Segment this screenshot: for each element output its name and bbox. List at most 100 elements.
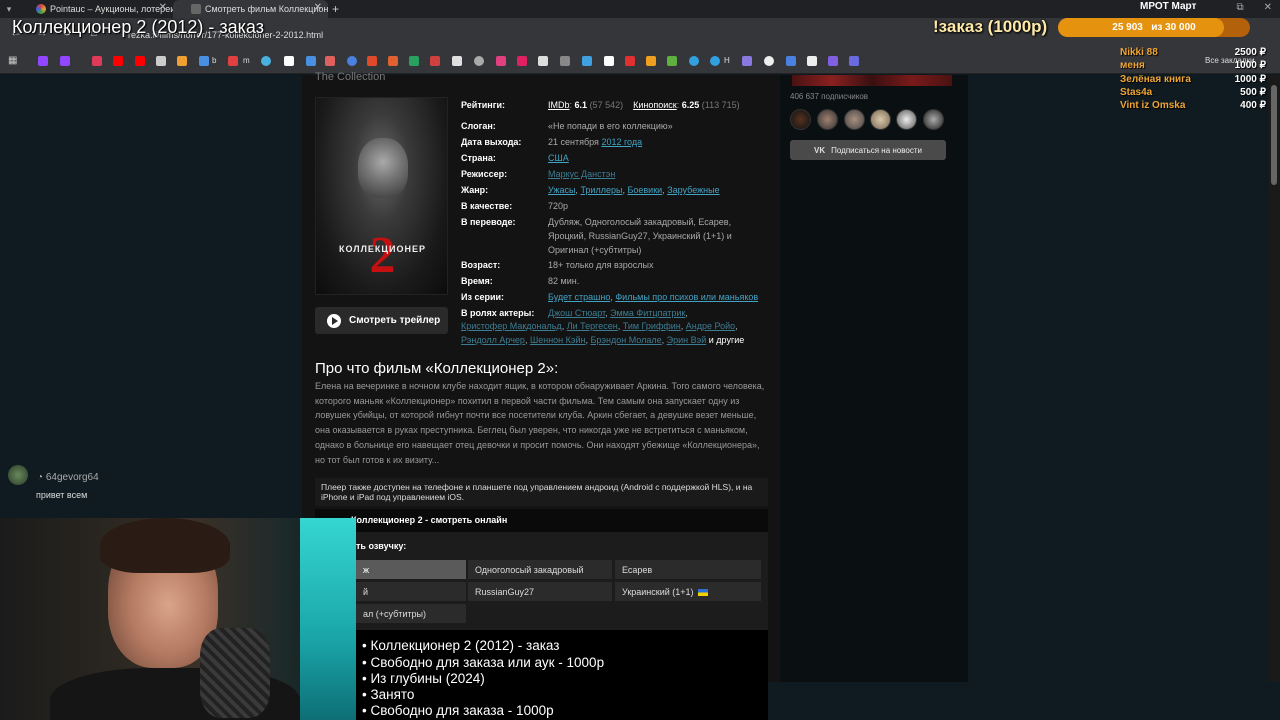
bookmark-icon[interactable]: [199, 56, 209, 66]
avatar[interactable]: [896, 109, 917, 130]
director-link[interactable]: Маркус Данстэн: [548, 169, 615, 179]
genre-link[interactable]: Ужасы: [548, 185, 575, 195]
bookmark-m[interactable]: m: [243, 56, 250, 65]
bookmark-icon[interactable]: [742, 56, 752, 66]
scrollbar[interactable]: [1268, 75, 1280, 682]
bookmark-icon[interactable]: [646, 56, 656, 66]
genre-link[interactable]: Боевики: [627, 185, 662, 195]
bookmark-icon[interactable]: [625, 56, 635, 66]
bookmark-icon[interactable]: [325, 56, 335, 66]
bookmark-icon[interactable]: [156, 56, 166, 66]
bookmark-icon[interactable]: [849, 56, 859, 66]
bookmark-icon[interactable]: [764, 56, 774, 66]
tab-pointauc[interactable]: Pointauc – Аукционы, лотереи ✕: [18, 0, 173, 18]
actor-link[interactable]: Эрин Вэй: [667, 335, 707, 345]
bookmark-icon[interactable]: [828, 56, 838, 66]
release-year-link[interactable]: 2012 года: [601, 137, 642, 147]
avatar[interactable]: [923, 109, 944, 130]
bookmark-icon[interactable]: [306, 56, 316, 66]
bookmark-icon[interactable]: [430, 56, 440, 66]
imdb-rating: 6.1: [574, 100, 588, 110]
poster-label: КОЛЛЕКЦИОНЕР: [339, 244, 426, 254]
close-tab-icon[interactable]: ✕: [159, 2, 167, 13]
kinopoisk-link[interactable]: Кинопоиск: [633, 100, 677, 110]
bookmark-icon[interactable]: [496, 56, 506, 66]
bookmark-icon[interactable]: [517, 56, 527, 66]
tab-rezka[interactable]: Смотреть фильм Коллекционер ✕: [173, 0, 328, 18]
avatar[interactable]: [790, 109, 811, 130]
sidebar-banner-image[interactable]: [792, 75, 952, 86]
imdb-link[interactable]: IMDb: [548, 100, 570, 110]
bookmark-b[interactable]: b: [212, 56, 216, 65]
voice-option-russianguy27[interactable]: RussianGuy27: [468, 582, 612, 601]
voice-option-ukrainian[interactable]: Украинский (1+1): [615, 582, 761, 601]
film-poster[interactable]: 2 КОЛЛЕКЦИОНЕР: [315, 97, 448, 295]
series-link[interactable]: Фильмы про психов или маньяков: [615, 292, 758, 302]
actor-link[interactable]: Брэндон Молале: [591, 335, 662, 345]
bookmark-icon[interactable]: [474, 56, 484, 66]
apps-grid-icon[interactable]: ▦: [8, 55, 20, 67]
donor-name: Nikki 88: [1120, 47, 1158, 58]
genre-link[interactable]: Триллеры: [580, 185, 622, 195]
actor-link[interactable]: Эмма Фитцпатрик: [610, 308, 685, 318]
close-tab-icon[interactable]: ✕: [314, 2, 322, 13]
restore-window-icon[interactable]: ⧉: [1236, 2, 1243, 13]
webcam-light-panel: [300, 518, 356, 720]
genre-label: Жанр:: [461, 185, 489, 195]
new-tab-button[interactable]: +: [332, 2, 339, 16]
bookmark-icon[interactable]: [409, 56, 419, 66]
actor-link[interactable]: Тим Гриффин: [623, 321, 681, 331]
genre-link[interactable]: Зарубежные: [667, 185, 719, 195]
bookmark-icon[interactable]: [228, 56, 238, 66]
bookmark-h[interactable]: H: [724, 56, 730, 65]
bookmark-icon[interactable]: [604, 56, 614, 66]
chat-avatar: [8, 465, 28, 485]
actor-link[interactable]: Джош Стюарт: [548, 308, 605, 318]
actor-link[interactable]: Рэндолл Арчер: [461, 335, 525, 345]
country-link[interactable]: США: [548, 153, 569, 163]
telegram-bookmark-icon[interactable]: [689, 56, 699, 66]
voice-option-dubbing[interactable]: ж: [356, 560, 466, 579]
actor-link[interactable]: Кристофер Макдональд: [461, 321, 562, 331]
avatar[interactable]: [817, 109, 838, 130]
avatar[interactable]: [844, 109, 865, 130]
tab-label: Смотреть фильм Коллекционер: [205, 4, 328, 14]
bookmark-icon[interactable]: [284, 56, 294, 66]
actor-link[interactable]: Андре Ройо: [686, 321, 735, 331]
imdb-votes: (57 542): [589, 100, 624, 110]
avatar[interactable]: [870, 109, 891, 130]
tab-list-icon[interactable]: ▾: [0, 4, 18, 15]
donor-name: меня: [1120, 60, 1145, 72]
voice-option-yarotsky[interactable]: й: [356, 582, 466, 601]
mail-bookmark-icon[interactable]: [177, 56, 187, 66]
voice-option-esarev[interactable]: Есарев: [615, 560, 761, 579]
bookmark-icon[interactable]: [452, 56, 462, 66]
voice-option-original[interactable]: ал (+субтитры): [356, 604, 466, 623]
bookmark-icon[interactable]: [347, 56, 357, 66]
bookmark-icon[interactable]: [538, 56, 548, 66]
bookmark-icon[interactable]: [807, 56, 817, 66]
vk-subscribe-button[interactable]: VK Подписаться на новости: [790, 140, 946, 160]
voice-option-single[interactable]: Одноголосый закадровый: [468, 560, 612, 579]
bookmark-icon[interactable]: [667, 56, 677, 66]
actor-link[interactable]: Шеннон Кэйн: [530, 335, 586, 345]
twitch-bookmark-icon[interactable]: [60, 56, 70, 66]
bookmark-icon[interactable]: [261, 56, 271, 66]
telegram-bookmark-icon[interactable]: [710, 56, 720, 66]
donor-amount: 2500 ₽: [1234, 47, 1266, 58]
youtube-bookmark-icon[interactable]: [135, 56, 145, 66]
scroll-thumb[interactable]: [1271, 85, 1277, 185]
webcam-person-hair: [100, 518, 230, 573]
bookmark-icon[interactable]: [367, 56, 377, 66]
bookmark-icon[interactable]: [388, 56, 398, 66]
youtube-bookmark-icon[interactable]: [113, 56, 123, 66]
bookmark-icon[interactable]: [786, 56, 796, 66]
bookmark-icon[interactable]: [92, 56, 102, 66]
actor-link[interactable]: Ли Тергесен: [567, 321, 618, 331]
close-window-icon[interactable]: ✕: [1264, 2, 1272, 13]
series-link[interactable]: Будет страшно: [548, 292, 610, 302]
bookmark-icon[interactable]: [560, 56, 570, 66]
watch-trailer-button[interactable]: Смотреть трейлер: [315, 307, 448, 334]
bookmark-icon[interactable]: [582, 56, 592, 66]
twitch-bookmark-icon[interactable]: [38, 56, 48, 66]
